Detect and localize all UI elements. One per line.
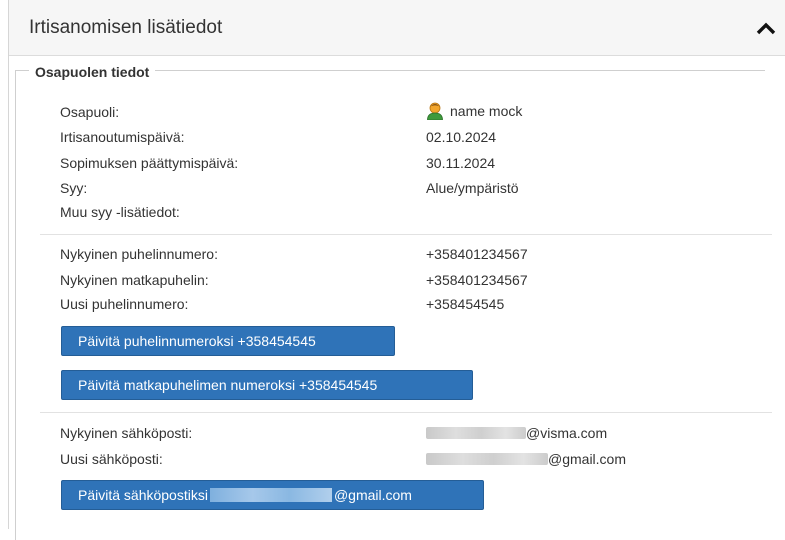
section-title: Osapuolen tiedot (29, 64, 156, 80)
resignation-date-label: Irtisanoutumispäivä: (60, 129, 185, 145)
collapse-button[interactable] (754, 16, 778, 40)
current-mobile-value: +358401234567 (426, 272, 528, 288)
divider-2 (40, 412, 772, 413)
divider-1 (40, 234, 772, 235)
current-email-label: Nykyinen sähköposti: (60, 425, 193, 441)
party-value: name mock (426, 102, 522, 120)
current-phone-value: +358401234567 (426, 246, 528, 262)
reason-label: Syy: (60, 180, 88, 196)
redacted-email-local (426, 427, 526, 439)
update-phone-button[interactable]: Päivitä puhelinnumeroksi +358454545 (61, 326, 395, 356)
resignation-date-value: 02.10.2024 (426, 129, 497, 145)
update-mobile-button[interactable]: Päivitä matkapuhelimen numeroksi +358454… (61, 370, 473, 400)
new-email-label: Uusi sähköposti: (60, 451, 163, 467)
party-label: Osapuoli: (60, 104, 120, 120)
current-email-value: @visma.com (426, 425, 607, 441)
party-name: name mock (450, 103, 523, 119)
panel-header[interactable]: Irtisanomisen lisätiedot (9, 0, 785, 56)
other-reason-label: Muu syy -lisätiedot: (60, 204, 180, 220)
contract-end-date-label: Sopimuksen päättymispäivä: (60, 155, 239, 171)
contract-end-date-value: 30.11.2024 (426, 155, 496, 171)
current-phone-label: Nykyinen puhelinnumero: (60, 246, 218, 262)
update-email-suffix: @gmail.com (333, 487, 412, 503)
user-avatar-icon (427, 102, 443, 120)
current-email-domain: @visma.com (526, 425, 608, 441)
reason-value: Alue/ympäristö (426, 180, 519, 196)
new-phone-value: +358454545 (426, 296, 505, 312)
update-email-prefix: Päivitä sähköpostiksi (78, 487, 208, 503)
current-mobile-label: Nykyinen matkapuhelin: (60, 272, 209, 288)
panel-title: Irtisanomisen lisätiedot (29, 17, 223, 38)
update-email-button[interactable]: Päivitä sähköpostiksi @gmail.com (61, 480, 484, 510)
chevron-up-icon (756, 22, 776, 35)
new-email-value: @gmail.com (426, 451, 626, 467)
redacted-new-email-local (426, 453, 548, 465)
new-email-domain: @gmail.com (548, 451, 627, 467)
redacted-email-in-button (209, 488, 332, 502)
new-phone-label: Uusi puhelinnumero: (60, 296, 189, 312)
